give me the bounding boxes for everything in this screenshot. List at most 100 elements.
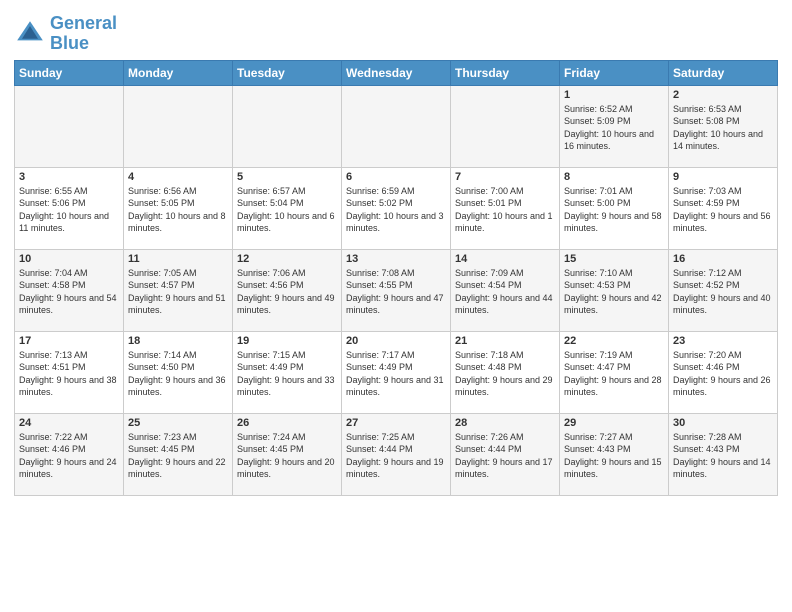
day-number: 27: [346, 417, 446, 429]
day-info: Sunrise: 7:12 AM Sunset: 4:52 PM Dayligh…: [673, 267, 773, 317]
day-number: 4: [128, 171, 228, 183]
day-number: 30: [673, 417, 773, 429]
day-info: Sunrise: 7:15 AM Sunset: 4:49 PM Dayligh…: [237, 349, 337, 399]
weekday-header-sunday: Sunday: [15, 60, 124, 85]
day-info: Sunrise: 7:20 AM Sunset: 4:46 PM Dayligh…: [673, 349, 773, 399]
day-info: Sunrise: 7:24 AM Sunset: 4:45 PM Dayligh…: [237, 431, 337, 481]
calendar-table: SundayMondayTuesdayWednesdayThursdayFrid…: [14, 60, 778, 496]
day-info: Sunrise: 6:56 AM Sunset: 5:05 PM Dayligh…: [128, 185, 228, 235]
weekday-header-friday: Friday: [560, 60, 669, 85]
calendar-cell: 18 Sunrise: 7:14 AM Sunset: 4:50 PM Dayli…: [124, 331, 233, 413]
day-number: 13: [346, 253, 446, 265]
page-container: General Blue SundayMondayTuesdayWednesda…: [0, 0, 792, 506]
calendar-cell: 22 Sunrise: 7:19 AM Sunset: 4:47 PM Dayli…: [560, 331, 669, 413]
day-number: 3: [19, 171, 119, 183]
weekday-header-wednesday: Wednesday: [342, 60, 451, 85]
logo-text: General Blue: [50, 14, 117, 54]
calendar-cell: 20 Sunrise: 7:17 AM Sunset: 4:49 PM Dayli…: [342, 331, 451, 413]
day-info: Sunrise: 7:03 AM Sunset: 4:59 PM Dayligh…: [673, 185, 773, 235]
day-info: Sunrise: 6:57 AM Sunset: 5:04 PM Dayligh…: [237, 185, 337, 235]
day-info: Sunrise: 7:06 AM Sunset: 4:56 PM Dayligh…: [237, 267, 337, 317]
calendar-cell: 19 Sunrise: 7:15 AM Sunset: 4:49 PM Dayli…: [233, 331, 342, 413]
day-number: 2: [673, 89, 773, 101]
calendar-cell: [342, 85, 451, 167]
header: General Blue: [14, 10, 778, 54]
calendar-cell: 14 Sunrise: 7:09 AM Sunset: 4:54 PM Dayli…: [451, 249, 560, 331]
calendar-cell: 4 Sunrise: 6:56 AM Sunset: 5:05 PM Daylig…: [124, 167, 233, 249]
day-number: 21: [455, 335, 555, 347]
calendar-cell: 29 Sunrise: 7:27 AM Sunset: 4:43 PM Dayli…: [560, 413, 669, 495]
week-row-5: 24 Sunrise: 7:22 AM Sunset: 4:46 PM Dayli…: [15, 413, 778, 495]
day-info: Sunrise: 7:27 AM Sunset: 4:43 PM Dayligh…: [564, 431, 664, 481]
weekday-header-saturday: Saturday: [669, 60, 778, 85]
day-info: Sunrise: 7:25 AM Sunset: 4:44 PM Dayligh…: [346, 431, 446, 481]
day-number: 17: [19, 335, 119, 347]
calendar-cell: [124, 85, 233, 167]
calendar-cell: 26 Sunrise: 7:24 AM Sunset: 4:45 PM Dayli…: [233, 413, 342, 495]
day-number: 18: [128, 335, 228, 347]
calendar-cell: 11 Sunrise: 7:05 AM Sunset: 4:57 PM Dayli…: [124, 249, 233, 331]
calendar-cell: 30 Sunrise: 7:28 AM Sunset: 4:43 PM Dayli…: [669, 413, 778, 495]
day-info: Sunrise: 7:09 AM Sunset: 4:54 PM Dayligh…: [455, 267, 555, 317]
weekday-header-row: SundayMondayTuesdayWednesdayThursdayFrid…: [15, 60, 778, 85]
day-number: 6: [346, 171, 446, 183]
day-number: 25: [128, 417, 228, 429]
day-info: Sunrise: 7:10 AM Sunset: 4:53 PM Dayligh…: [564, 267, 664, 317]
week-row-1: 1 Sunrise: 6:52 AM Sunset: 5:09 PM Daylig…: [15, 85, 778, 167]
calendar-cell: [451, 85, 560, 167]
day-info: Sunrise: 6:53 AM Sunset: 5:08 PM Dayligh…: [673, 103, 773, 153]
weekday-header-tuesday: Tuesday: [233, 60, 342, 85]
day-info: Sunrise: 7:17 AM Sunset: 4:49 PM Dayligh…: [346, 349, 446, 399]
day-info: Sunrise: 7:14 AM Sunset: 4:50 PM Dayligh…: [128, 349, 228, 399]
calendar-cell: 6 Sunrise: 6:59 AM Sunset: 5:02 PM Daylig…: [342, 167, 451, 249]
day-info: Sunrise: 7:05 AM Sunset: 4:57 PM Dayligh…: [128, 267, 228, 317]
weekday-header-thursday: Thursday: [451, 60, 560, 85]
calendar-cell: 23 Sunrise: 7:20 AM Sunset: 4:46 PM Dayli…: [669, 331, 778, 413]
week-row-4: 17 Sunrise: 7:13 AM Sunset: 4:51 PM Dayli…: [15, 331, 778, 413]
day-number: 11: [128, 253, 228, 265]
day-info: Sunrise: 7:28 AM Sunset: 4:43 PM Dayligh…: [673, 431, 773, 481]
week-row-2: 3Sunrise: 6:55 AM Sunset: 5:06 PM Daylig…: [15, 167, 778, 249]
day-info: Sunrise: 7:01 AM Sunset: 5:00 PM Dayligh…: [564, 185, 664, 235]
calendar-cell: 27 Sunrise: 7:25 AM Sunset: 4:44 PM Dayli…: [342, 413, 451, 495]
calendar-cell: 10Sunrise: 7:04 AM Sunset: 4:58 PM Dayli…: [15, 249, 124, 331]
logo-icon: [14, 18, 46, 50]
week-row-3: 10Sunrise: 7:04 AM Sunset: 4:58 PM Dayli…: [15, 249, 778, 331]
day-info: Sunrise: 7:22 AM Sunset: 4:46 PM Dayligh…: [19, 431, 119, 481]
day-number: 28: [455, 417, 555, 429]
calendar-cell: 15Sunrise: 7:10 AM Sunset: 4:53 PM Dayli…: [560, 249, 669, 331]
day-number: 19: [237, 335, 337, 347]
calendar-cell: 28 Sunrise: 7:26 AM Sunset: 4:44 PM Dayli…: [451, 413, 560, 495]
day-info: Sunrise: 7:18 AM Sunset: 4:48 PM Dayligh…: [455, 349, 555, 399]
day-number: 26: [237, 417, 337, 429]
day-info: Sunrise: 7:08 AM Sunset: 4:55 PM Dayligh…: [346, 267, 446, 317]
calendar-cell: 8 Sunrise: 7:01 AM Sunset: 5:00 PM Daylig…: [560, 167, 669, 249]
calendar-cell: 2 Sunrise: 6:53 AM Sunset: 5:08 PM Daylig…: [669, 85, 778, 167]
day-info: Sunrise: 7:19 AM Sunset: 4:47 PM Dayligh…: [564, 349, 664, 399]
calendar-cell: 9Sunrise: 7:03 AM Sunset: 4:59 PM Daylig…: [669, 167, 778, 249]
calendar-cell: 13 Sunrise: 7:08 AM Sunset: 4:55 PM Dayli…: [342, 249, 451, 331]
day-info: Sunrise: 7:26 AM Sunset: 4:44 PM Dayligh…: [455, 431, 555, 481]
day-number: 29: [564, 417, 664, 429]
day-number: 8: [564, 171, 664, 183]
logo: General Blue: [14, 14, 117, 54]
day-info: Sunrise: 6:52 AM Sunset: 5:09 PM Dayligh…: [564, 103, 664, 153]
calendar-cell: 1 Sunrise: 6:52 AM Sunset: 5:09 PM Daylig…: [560, 85, 669, 167]
day-info: Sunrise: 7:13 AM Sunset: 4:51 PM Dayligh…: [19, 349, 119, 399]
day-number: 1: [564, 89, 664, 101]
day-number: 22: [564, 335, 664, 347]
day-number: 23: [673, 335, 773, 347]
day-info: Sunrise: 6:59 AM Sunset: 5:02 PM Dayligh…: [346, 185, 446, 235]
day-number: 7: [455, 171, 555, 183]
day-number: 24: [19, 417, 119, 429]
calendar-cell: 17 Sunrise: 7:13 AM Sunset: 4:51 PM Dayli…: [15, 331, 124, 413]
day-number: 10: [19, 253, 119, 265]
day-number: 16: [673, 253, 773, 265]
calendar-cell: 24 Sunrise: 7:22 AM Sunset: 4:46 PM Dayli…: [15, 413, 124, 495]
day-number: 14: [455, 253, 555, 265]
calendar-cell: 7 Sunrise: 7:00 AM Sunset: 5:01 PM Daylig…: [451, 167, 560, 249]
day-number: 20: [346, 335, 446, 347]
weekday-header-monday: Monday: [124, 60, 233, 85]
day-info: Sunrise: 7:00 AM Sunset: 5:01 PM Dayligh…: [455, 185, 555, 235]
calendar-cell: 16 Sunrise: 7:12 AM Sunset: 4:52 PM Dayli…: [669, 249, 778, 331]
